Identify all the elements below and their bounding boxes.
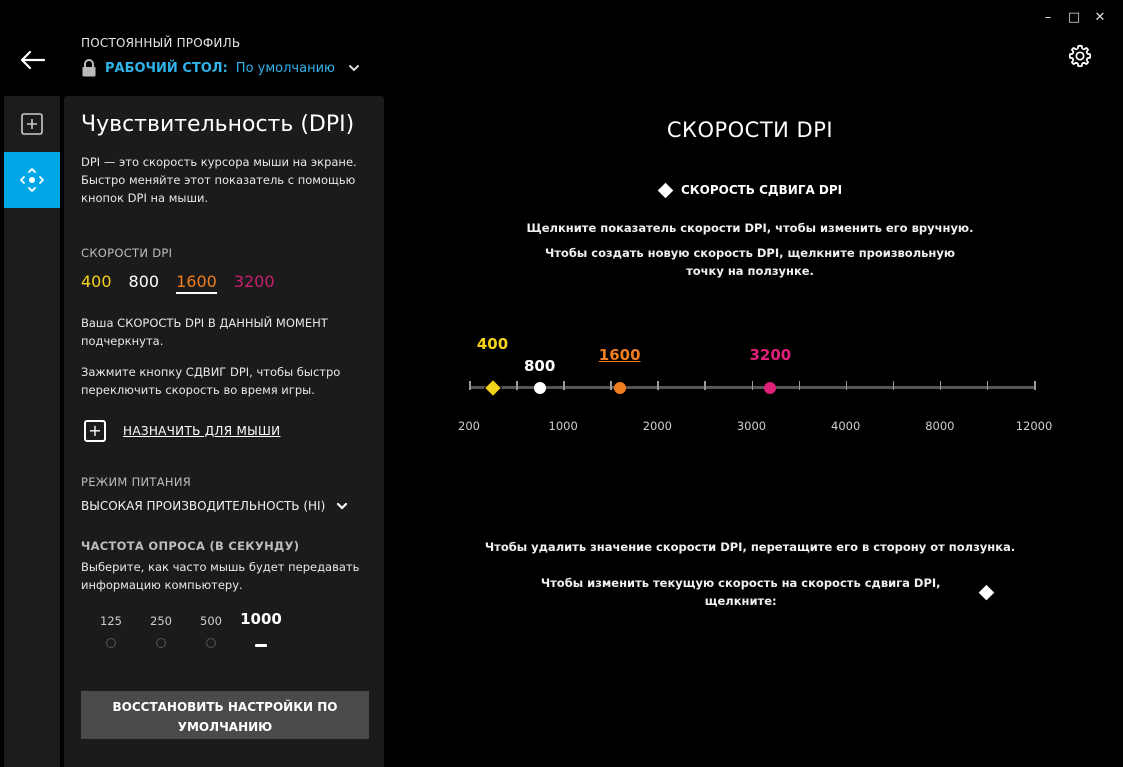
- strip-item-sensitivity[interactable]: [4, 152, 60, 208]
- panel-title: Чувствительность (DPI): [81, 112, 355, 137]
- diamond-icon: [657, 182, 674, 198]
- hint-shift-row: Чтобы изменить текущую скорость на скоро…: [512, 574, 995, 610]
- hint-edit: Щелкните показатель скорости DPI, чтобы …: [526, 221, 974, 235]
- poll-option-label: 500: [200, 614, 222, 628]
- main-title: СКОРОСТИ DPI: [666, 118, 834, 142]
- lock-icon: [82, 59, 96, 77]
- slider-tick: [563, 381, 565, 390]
- poll-rate-label: ЧАСТОТА ОПРОСА (В СЕКУНДУ): [81, 539, 300, 553]
- dpi-speed-item[interactable]: 400: [81, 272, 112, 294]
- axis-label: 12000: [1015, 419, 1053, 433]
- window-controls: – □ ✕: [1035, 6, 1113, 28]
- chevron-down-icon: [337, 502, 348, 510]
- power-mode-dropdown[interactable]: ВЫСОКАЯ ПРОИЗВОДИТЕЛЬНОСТЬ (HI): [81, 499, 349, 513]
- reset-defaults-button[interactable]: ВОССТАНОВИТЬ НАСТРОЙКИ ПО УМОЛЧАНИЮ: [81, 691, 369, 739]
- hint-create: Чтобы создать новую скорость DPI, щелкни…: [544, 246, 956, 278]
- slider-tick: [469, 381, 471, 390]
- slider-tick: [986, 381, 989, 390]
- dpi-speed-item-current[interactable]: 1600: [176, 272, 217, 294]
- dpi-speed-item[interactable]: 3200: [234, 272, 275, 294]
- settings-panel: Чувствительность (DPI) DPI — это скорост…: [64, 96, 384, 767]
- axis-label: 200: [458, 419, 480, 433]
- slider-tick: [939, 381, 942, 390]
- dpi-marker-label[interactable]: 1600: [599, 346, 641, 364]
- panel-description: DPI — это скорость курсора мыши на экран…: [81, 155, 357, 205]
- maximize-button[interactable]: □: [1061, 6, 1087, 28]
- radio-dot: [106, 638, 116, 648]
- dpi-speed-item[interactable]: 800: [129, 272, 160, 294]
- strip-item-add[interactable]: [4, 96, 60, 152]
- dpi-marker-label[interactable]: 400: [477, 335, 508, 353]
- poll-option-label: 250: [150, 614, 172, 628]
- slider-tick: [751, 381, 753, 390]
- chevron-down-icon: [348, 65, 359, 72]
- minimize-button[interactable]: –: [1035, 6, 1061, 28]
- axis-label: 1000: [548, 419, 578, 433]
- shift-label: СКОРОСТЬ СДВИГА DPI: [681, 183, 843, 197]
- gear-icon[interactable]: [1067, 43, 1093, 69]
- move-arrows-icon: [20, 168, 44, 192]
- poll-rate-description: Выберите, как часто мышь будет передават…: [81, 560, 360, 592]
- radio-dot: [206, 638, 216, 648]
- dpi-marker[interactable]: [533, 381, 546, 394]
- slider-tick: [610, 381, 612, 390]
- axis-label: 3000: [736, 419, 767, 433]
- profile-value: По умолчанию: [235, 60, 335, 76]
- slider-tick: [845, 381, 848, 390]
- axis-label: 2000: [642, 419, 672, 433]
- close-button[interactable]: ✕: [1087, 6, 1113, 28]
- slider-tick: [892, 381, 895, 390]
- power-mode-value: ВЫСОКАЯ ПРОИЗВОДИТЕЛЬНОСТЬ (HI): [81, 499, 326, 513]
- axis-label: 4000: [831, 419, 861, 433]
- dpi-marker[interactable]: [613, 381, 626, 394]
- slider-tick: [798, 381, 801, 390]
- poll-option-label: 1000: [240, 610, 282, 628]
- power-mode-label: РЕЖИМ ПИТАНИЯ: [81, 475, 192, 489]
- axis-label: 8000: [925, 419, 955, 433]
- poll-rate-options: 125 250 500 1000: [86, 608, 286, 648]
- plus-icon: +: [84, 420, 106, 442]
- shift-diamond-icon[interactable]: [979, 584, 995, 600]
- poll-option-1000[interactable]: 1000: [236, 608, 286, 648]
- dpi-speeds-label: СКОРОСТИ DPI: [81, 246, 173, 260]
- current-speed-note: Ваша СКОРОСТЬ DPI В ДАННЫЙ МОМЕНТ подчер…: [81, 316, 328, 348]
- dpi-shift-marker[interactable]: [483, 378, 502, 397]
- profile-label: ПОСТОЯННЫЙ ПРОФИЛЬ: [81, 36, 241, 50]
- radio-selected-indicator: [255, 644, 267, 647]
- slider-tick: [1034, 381, 1036, 390]
- dpi-marker-label[interactable]: 800: [524, 357, 555, 375]
- dpi-speed-list: 400 800 1600 3200: [81, 272, 275, 294]
- profile-selector[interactable]: РАБОЧИЙ СТОЛ: По умолчанию: [81, 59, 361, 77]
- radio-dot: [156, 638, 166, 648]
- slider-tick: [704, 381, 706, 390]
- dpi-marker-label[interactable]: 3200: [749, 346, 791, 364]
- assign-label: НАЗНАЧИТЬ ДЛЯ МЫШИ: [123, 424, 281, 438]
- poll-option-125[interactable]: 125: [86, 608, 136, 648]
- dpi-slider[interactable]: 200 1000 2000 3000 4000 8000 12000 400 800 1600 32…: [440, 330, 1080, 450]
- shift-note: Зажмите кнопку СДВИГ DPI, чтобы быстро п…: [81, 365, 341, 397]
- slider-tick: [657, 381, 659, 390]
- poll-option-500[interactable]: 500: [186, 608, 236, 648]
- slider-tick: [516, 381, 518, 390]
- dpi-shift-legend: СКОРОСТЬ СДВИГА DPI: [657, 182, 843, 198]
- dpi-marker[interactable]: [764, 381, 777, 394]
- poll-option-label: 125: [100, 614, 122, 628]
- hint-shift: Чтобы изменить текущую скорость на скоро…: [540, 576, 941, 608]
- profile-name: РАБОЧИЙ СТОЛ:: [105, 60, 228, 76]
- hint-delete: Чтобы удалить значение скорости DPI, пер…: [484, 540, 1016, 554]
- poll-option-250[interactable]: 250: [136, 608, 186, 648]
- back-arrow-icon[interactable]: [18, 46, 46, 74]
- assign-to-mouse-button[interactable]: + НАЗНАЧИТЬ ДЛЯ МЫШИ: [84, 420, 280, 442]
- plus-square-icon: [21, 113, 43, 135]
- tool-strip: [4, 96, 60, 767]
